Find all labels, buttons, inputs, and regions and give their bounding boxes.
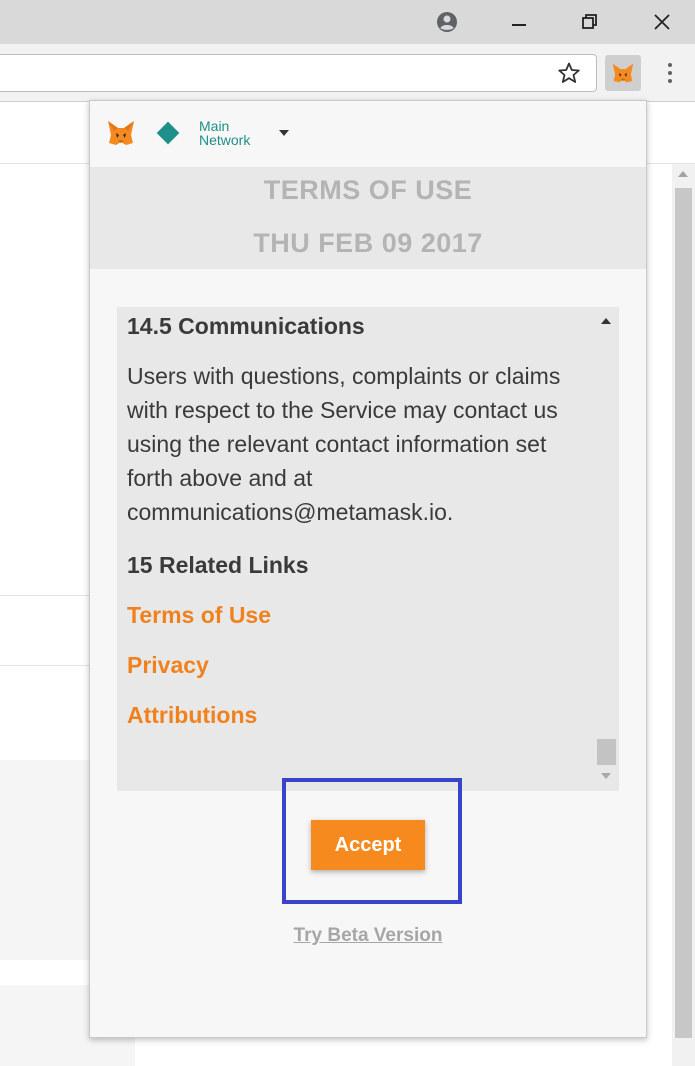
scroll-up-arrow-icon[interactable] (601, 318, 611, 324)
terms-of-use-link[interactable]: Terms of Use (127, 601, 592, 629)
terms-title: TERMS OF USE (263, 175, 473, 205)
network-indicator-icon[interactable] (156, 121, 180, 145)
terms-scrollbar[interactable] (594, 307, 619, 791)
close-icon[interactable] (640, 4, 684, 40)
try-beta-link[interactable]: Try Beta Version (90, 925, 646, 947)
address-bar[interactable] (0, 54, 597, 92)
scrollbar-thumb[interactable] (675, 188, 692, 1038)
section-heading: 15 Related Links (127, 552, 309, 578)
chrome-menu-icon[interactable] (660, 58, 680, 88)
privacy-link[interactable]: Privacy (127, 651, 592, 679)
metamask-extension-icon[interactable] (605, 55, 641, 91)
terms-date: THU FEB 09 2017 (253, 228, 483, 258)
accept-button[interactable]: Accept (311, 820, 425, 870)
section-heading: 14.5 Communications (127, 313, 365, 339)
account-circle-icon[interactable] (425, 4, 469, 40)
minimize-icon[interactable] (497, 4, 541, 40)
metamask-fox-icon[interactable] (106, 119, 136, 152)
scroll-up-arrow-icon[interactable] (678, 171, 688, 177)
network-label-line2: Network (199, 132, 251, 148)
scrollbar-thumb[interactable] (597, 739, 616, 765)
metamask-popup: Main Network TERMS OF USE THU FEB 09 201… (89, 100, 647, 1038)
scroll-down-arrow-icon[interactable] (601, 773, 611, 779)
title-bar (0, 0, 695, 44)
caret-down-icon[interactable] (279, 130, 289, 136)
bookmark-star-icon[interactable] (557, 61, 581, 90)
network-selector[interactable]: Main Network (199, 119, 250, 147)
popup-header: Main Network (90, 101, 646, 167)
section-paragraph: Users with questions, complaints or clai… (127, 363, 561, 525)
restore-icon[interactable] (568, 4, 612, 40)
terms-text-box[interactable]: 14.5 Communications Users with questions… (117, 307, 619, 791)
address-input[interactable] (5, 55, 549, 91)
terms-content: 14.5 Communications Users with questions… (127, 307, 592, 729)
attributions-link[interactable]: Attributions (127, 701, 592, 729)
page-scrollbar[interactable] (672, 164, 695, 1066)
browser-toolbar (0, 44, 695, 102)
terms-header: TERMS OF USE THU FEB 09 2017 (90, 167, 646, 269)
network-label-line1: Main (199, 118, 230, 134)
